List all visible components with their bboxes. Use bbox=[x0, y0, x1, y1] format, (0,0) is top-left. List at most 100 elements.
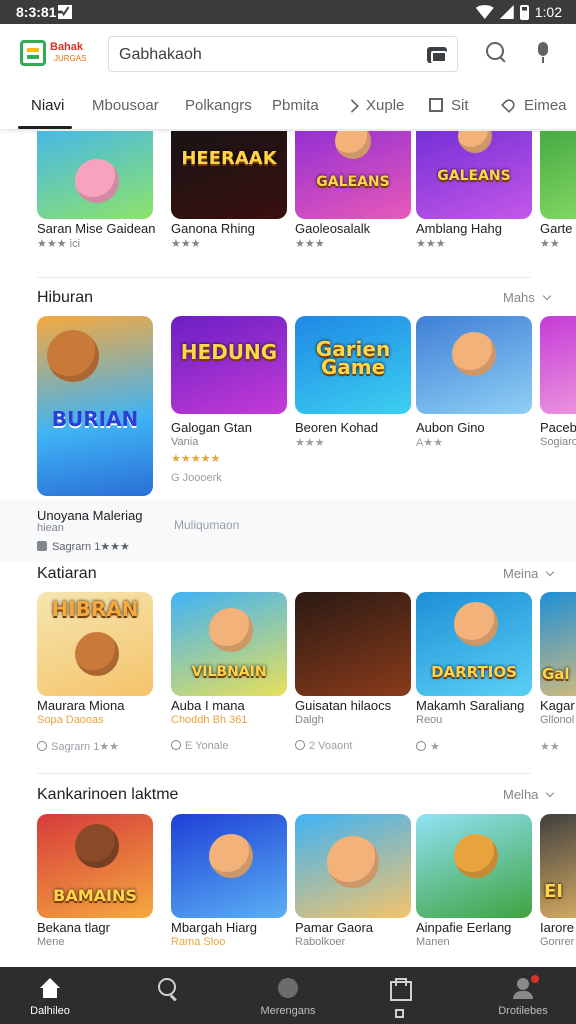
thumb-title: Gal bbox=[542, 664, 570, 683]
tab-mbousoar[interactable]: Mbousoar bbox=[92, 97, 159, 114]
app-meta-text: 2 Voaont bbox=[309, 740, 353, 752]
app-thumbnail[interactable] bbox=[540, 131, 576, 219]
featured-info-strip[interactable]: Unoyana Maleriag hiean Sagrarn 1★★★ Muli… bbox=[0, 500, 576, 562]
app-icon-small bbox=[295, 740, 305, 750]
app-thumbnail[interactable] bbox=[540, 316, 576, 414]
notification-icon bbox=[58, 5, 72, 19]
app-thumbnail[interactable] bbox=[416, 814, 532, 918]
app-rating: ★★★ bbox=[295, 238, 325, 250]
app-thumbnail[interactable]: BAMAINS bbox=[37, 814, 153, 918]
app-header: Bahak JURGAS Gabhakaoh bbox=[0, 24, 576, 84]
logo-text: Bahak bbox=[50, 41, 84, 53]
app-rating-text: ★ bbox=[430, 741, 440, 753]
app-thumbnail[interactable] bbox=[171, 814, 287, 918]
thumb-title: DARRTIOS bbox=[431, 662, 517, 681]
bear-character bbox=[75, 632, 119, 676]
app-icon-small bbox=[171, 740, 181, 750]
thumb-title: GALEANS bbox=[437, 168, 511, 184]
character-art bbox=[209, 608, 253, 652]
app-thumbnail[interactable] bbox=[37, 131, 153, 219]
more-link[interactable]: Mahs bbox=[503, 290, 552, 305]
featured-thumbnail[interactable]: BURIAN bbox=[37, 316, 153, 496]
more-link[interactable]: Melha bbox=[503, 787, 555, 802]
character-art bbox=[452, 332, 496, 376]
category-tabs: Niavi Mbousoar Polkangrs Pbmita Xuple Si… bbox=[0, 84, 576, 130]
app-subtitle: Choddh Bh 361 bbox=[171, 714, 248, 726]
app-name: Pacebo bbox=[540, 420, 576, 435]
app-thumbnail[interactable]: EI bbox=[540, 814, 576, 918]
app-thumbnail[interactable] bbox=[295, 592, 411, 696]
thumb-title: BAMAINS bbox=[53, 885, 137, 905]
app-meta-text: E Yonale bbox=[185, 740, 229, 752]
app-rating: ★★ bbox=[540, 238, 560, 250]
bear-character bbox=[47, 330, 99, 382]
more-link[interactable]: Meina bbox=[503, 566, 555, 581]
app-rating: A★★ bbox=[416, 437, 444, 449]
app-thumbnail[interactable]: GALEANS bbox=[295, 131, 411, 219]
character-art bbox=[454, 602, 498, 646]
nav-search[interactable] bbox=[118, 967, 218, 1024]
nav-profile-label: Drotilebes bbox=[498, 1005, 548, 1017]
nav-games[interactable]: Merengans bbox=[238, 967, 338, 1024]
app-subtitle: Dalgh bbox=[295, 714, 324, 726]
app-thumbnail[interactable]: HEERAAK bbox=[171, 131, 287, 219]
character-art bbox=[335, 131, 371, 159]
nav-library[interactable] bbox=[350, 967, 450, 1024]
tab-active-indicator bbox=[18, 126, 72, 129]
thumb-title: HEDUNG bbox=[180, 340, 278, 365]
search-icon bbox=[156, 978, 180, 1000]
character-art bbox=[454, 834, 498, 878]
tab-sit[interactable]: Sit bbox=[429, 97, 469, 114]
chevron-down-icon bbox=[546, 567, 555, 577]
app-thumbnail[interactable]: Garien Game bbox=[295, 316, 411, 414]
tab-eimea[interactable]: Eimea bbox=[501, 97, 567, 114]
app-name: Mbargah Hiarg bbox=[171, 920, 257, 935]
mic-icon[interactable] bbox=[537, 42, 549, 64]
app-name: Bekana tlagr bbox=[37, 920, 110, 935]
app-name: Saran Mise Gaidean bbox=[37, 221, 156, 236]
character-art bbox=[327, 836, 379, 888]
share-icon bbox=[345, 99, 359, 113]
search-icon[interactable] bbox=[486, 42, 508, 64]
nav-home-label: Dalhileo bbox=[30, 1005, 70, 1017]
app-name: Pamar Gaora bbox=[295, 920, 374, 935]
tab-sit-label: Sit bbox=[451, 97, 469, 114]
app-thumbnail[interactable]: HIBRAN bbox=[37, 592, 153, 696]
keyboard-icon[interactable] bbox=[427, 47, 447, 63]
main-content[interactable]: Saran Mise Gaidean ★★★ ici HEERAAK Ganon… bbox=[0, 131, 576, 967]
nav-home[interactable]: Dalhileo bbox=[0, 967, 100, 1024]
character-art bbox=[209, 834, 253, 878]
app-name: Ganona Rhing bbox=[171, 221, 255, 236]
app-name: Guisatan hilaocs bbox=[295, 698, 392, 713]
tab-pbmita[interactable]: Pbmita bbox=[272, 97, 319, 114]
nav-profile[interactable]: Drotilebes bbox=[473, 967, 573, 1024]
app-name: Ainpafie Eerlang bbox=[416, 920, 512, 935]
app-meta: Sagrarn 1★★ bbox=[37, 740, 119, 753]
logo-subtext: JURGAS bbox=[54, 54, 87, 63]
app-thumbnail[interactable]: HEDUNG bbox=[171, 316, 287, 414]
app-logo[interactable]: Bahak JURGAS bbox=[20, 38, 92, 70]
app-thumbnail[interactable]: Gal bbox=[540, 592, 576, 696]
app-name: Makamh Saraliang bbox=[416, 698, 525, 713]
featured-meta-text: Sagrarn 1★★★ bbox=[52, 541, 130, 553]
app-thumbnail[interactable]: VILBNAIN bbox=[171, 592, 287, 696]
app-thumbnail[interactable]: DARRTIOS bbox=[416, 592, 532, 696]
app-thumbnail[interactable] bbox=[295, 814, 411, 918]
search-input[interactable]: Gabhakaoh bbox=[108, 36, 458, 72]
featured-title: Unoyana Maleriag bbox=[37, 508, 143, 523]
tab-home[interactable]: Niavi bbox=[31, 97, 64, 114]
thumb-title: BURIAN bbox=[51, 406, 139, 431]
app-meta-text: Sagrarn 1★★ bbox=[51, 741, 120, 753]
tab-xuple[interactable]: Xuple bbox=[345, 97, 405, 114]
app-icon-small bbox=[37, 741, 47, 751]
app-subtitle: Gonrer bbox=[540, 936, 575, 948]
signal-icon bbox=[499, 5, 514, 19]
app-thumbnail[interactable]: GALEANS bbox=[416, 131, 532, 219]
app-subtitle: Sopa Daooas bbox=[37, 714, 104, 726]
app-thumbnail[interactable] bbox=[416, 316, 532, 414]
thumb-title: HIBRAN bbox=[51, 597, 139, 622]
tab-polkangrs[interactable]: Polkangrs bbox=[185, 97, 252, 114]
home-icon bbox=[38, 978, 62, 1000]
tab-xuple-label: Xuple bbox=[366, 97, 405, 114]
app-subtitle: Rabolkoer bbox=[295, 936, 346, 948]
